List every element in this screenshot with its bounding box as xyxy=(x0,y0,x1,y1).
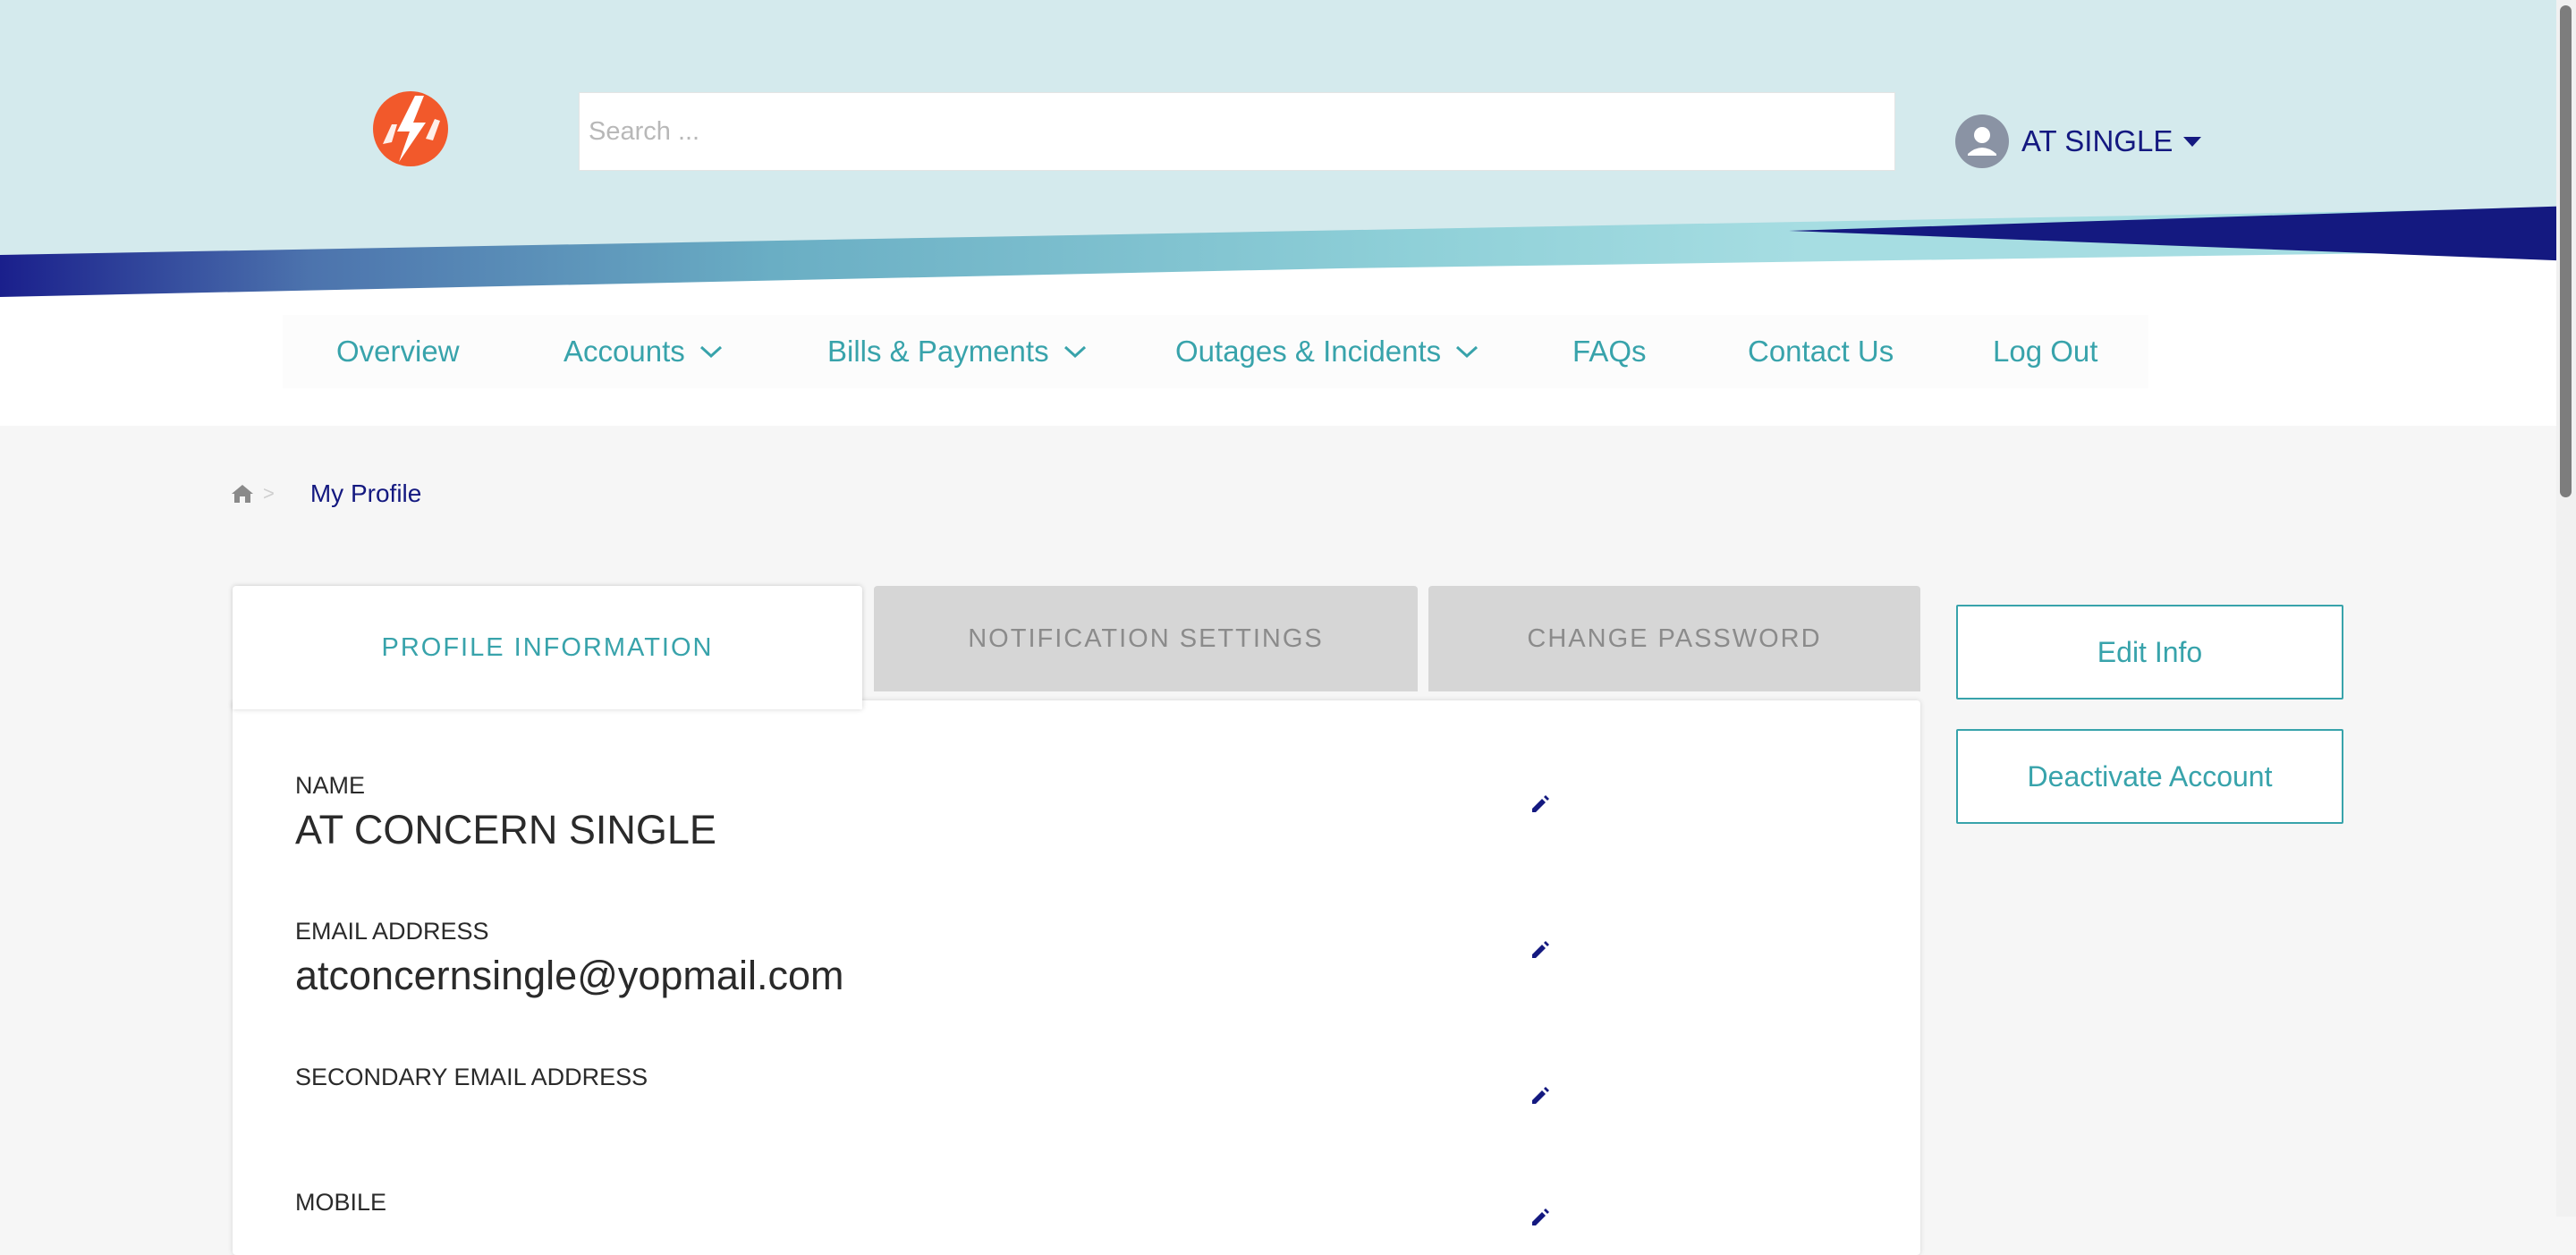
nav-contact-us[interactable]: Contact Us xyxy=(1748,315,1894,388)
field-label: EMAIL ADDRESS xyxy=(295,918,489,945)
nav-label: Log Out xyxy=(1993,335,2098,368)
tab-change-password[interactable]: CHANGE PASSWORD xyxy=(1428,586,1920,691)
home-icon[interactable] xyxy=(231,483,254,505)
chevron-down-icon xyxy=(699,345,722,359)
user-name: AT SINGLE xyxy=(2021,124,2174,157)
field-value: atconcernsingle@yopmail.com xyxy=(295,953,844,998)
breadcrumb-separator: > xyxy=(263,482,275,505)
tab-label: PROFILE INFORMATION xyxy=(381,632,714,662)
edit-info-button[interactable]: Edit Info xyxy=(1956,605,2343,700)
field-mobile: MOBILE xyxy=(295,1189,386,1224)
field-value: AT CONCERN SINGLE xyxy=(295,807,716,852)
tab-profile-information[interactable]: PROFILE INFORMATION xyxy=(233,586,862,709)
deactivate-account-button[interactable]: Deactivate Account xyxy=(1956,729,2343,824)
tab-label: NOTIFICATION SETTINGS xyxy=(968,623,1324,653)
scrollbar-thumb[interactable] xyxy=(2560,5,2572,497)
field-name: NAME AT CONCERN SINGLE xyxy=(295,772,716,853)
tab-notification-settings[interactable]: NOTIFICATION SETTINGS xyxy=(874,586,1418,691)
main-nav: Overview Accounts Bills & Payments Outag… xyxy=(283,315,2148,388)
logo-icon[interactable] xyxy=(370,89,451,169)
page-scrollbar[interactable] xyxy=(2556,0,2576,1217)
profile-card: NAME AT CONCERN SINGLE EMAIL ADDRESS atc… xyxy=(233,700,1920,1255)
nav-overview[interactable]: Overview xyxy=(336,315,460,388)
nav-faqs[interactable]: FAQs xyxy=(1572,315,1647,388)
nav-label: Bills & Payments xyxy=(827,335,1049,368)
site-header: AT SINGLE xyxy=(0,0,2576,304)
breadcrumb-current: My Profile xyxy=(309,479,422,507)
breadcrumb: > My Profile xyxy=(231,479,421,508)
nav-accounts[interactable]: Accounts xyxy=(564,315,723,388)
field-email: EMAIL ADDRESS atconcernsingle@yopmail.co… xyxy=(295,918,843,999)
nav-label: Outages & Incidents xyxy=(1175,335,1442,368)
nav-label: Overview xyxy=(336,335,460,368)
nav-label: FAQs xyxy=(1572,335,1647,368)
pencil-icon[interactable] xyxy=(1530,1085,1551,1107)
field-label: SECONDARY EMAIL ADDRESS xyxy=(295,1064,648,1090)
caret-down-icon xyxy=(2183,136,2202,147)
nav-outages-incidents[interactable]: Outages & Incidents xyxy=(1175,315,1479,388)
pencil-icon[interactable] xyxy=(1530,939,1551,961)
nav-label: Contact Us xyxy=(1748,335,1894,368)
user-avatar-icon xyxy=(1955,114,2009,168)
field-secondary-email: SECONDARY EMAIL ADDRESS xyxy=(295,1064,648,1098)
field-label: NAME xyxy=(295,772,366,799)
user-menu[interactable]: AT SINGLE xyxy=(1955,114,2202,168)
chevron-down-icon xyxy=(1063,345,1086,359)
pencil-icon[interactable] xyxy=(1530,793,1551,815)
pencil-icon[interactable] xyxy=(1530,1207,1551,1228)
nav-bills-payments[interactable]: Bills & Payments xyxy=(827,315,1087,388)
nav-label: Accounts xyxy=(564,335,685,368)
tab-label: CHANGE PASSWORD xyxy=(1527,623,1822,653)
search-input[interactable] xyxy=(579,92,1895,171)
chevron-down-icon xyxy=(1456,345,1479,359)
field-label: MOBILE xyxy=(295,1189,387,1216)
nav-log-out[interactable]: Log Out xyxy=(1993,315,2097,388)
